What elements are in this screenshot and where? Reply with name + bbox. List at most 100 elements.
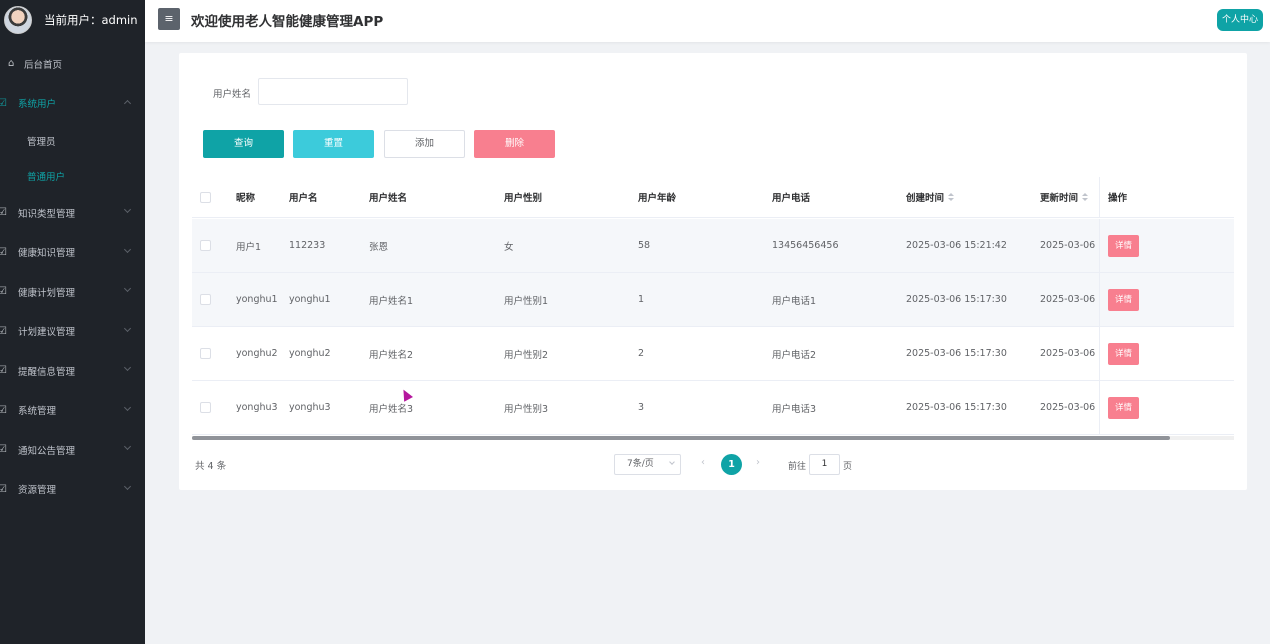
cell-gender: 女 <box>504 241 514 253</box>
goto-label: 前往 <box>788 462 807 472</box>
topbar: ≡ 欢迎使用老人智能健康管理APP 个人中心 <box>145 0 1270 42</box>
sidebar-item-label: 资源管理 <box>18 485 57 497</box>
edit-icon: ☑ <box>0 365 7 377</box>
sidebar-item-reminders[interactable]: ☑ 提醒信息管理 <box>0 351 145 391</box>
sidebar-item-notices[interactable]: ☑ 通知公告管理 <box>0 430 145 470</box>
row-checkbox[interactable] <box>200 240 211 251</box>
row-checkbox-cell <box>200 273 211 326</box>
row-checkbox[interactable] <box>200 402 211 413</box>
table-horizontal-scrollbar[interactable] <box>192 436 1234 440</box>
column-header-label: 更新时间 <box>1040 193 1079 204</box>
sort-icon[interactable] <box>1082 193 1089 201</box>
column-header-username: 用户名 <box>289 193 318 204</box>
cell-updated: 2025-03-06 1 <box>1040 402 1098 413</box>
detail-button[interactable]: 详情 <box>1108 342 1139 365</box>
cell-nickname: yonghu3 <box>236 402 278 413</box>
row-checkbox[interactable] <box>200 348 211 359</box>
column-header-created[interactable]: 创建时间 <box>906 177 955 217</box>
table-row[interactable]: yonghu3 yonghu3 用户姓名3 用户性别3 3 用户电话3 2025… <box>192 381 1234 435</box>
cell-gender: 用户性别3 <box>504 403 549 415</box>
edit-icon: ☑ <box>0 444 7 456</box>
cell-updated: 2025-03-06 1 <box>1040 348 1098 359</box>
table-row[interactable]: yonghu1 yonghu1 用户姓名1 用户性别1 1 用户电话1 2025… <box>192 273 1234 327</box>
page-size-value: 7条/页 <box>627 459 654 469</box>
detail-button[interactable]: 详情 <box>1108 288 1139 311</box>
cell-age: 1 <box>638 294 645 305</box>
cell-username: yonghu1 <box>289 294 331 305</box>
sidebar-item-plan-advice[interactable]: ☑ 计划建议管理 <box>0 312 145 352</box>
chevron-up-icon <box>123 99 132 107</box>
table-row[interactable]: yonghu2 yonghu2 用户姓名2 用户性别2 2 用户电话2 2025… <box>192 327 1234 381</box>
profile-button[interactable]: 个人中心 <box>1217 9 1263 31</box>
edit-icon: ☑ <box>0 207 7 219</box>
chevron-down-icon <box>123 442 132 451</box>
sort-icon[interactable] <box>948 193 955 201</box>
sidebar: 当前用户：admin ⌂ 后台首页 ☑ 系统用户 管理员 普通用户 ☑ 知识类型… <box>0 0 145 644</box>
cell-phone: 13456456456 <box>772 240 839 251</box>
sidebar-item-system-settings[interactable]: ☑ 系统管理 <box>0 391 145 431</box>
sidebar-item-health-plan[interactable]: ☑ 健康计划管理 <box>0 272 145 312</box>
current-user-label: 当前用户：admin <box>44 13 138 27</box>
edit-icon: ☑ <box>0 97 7 109</box>
realname-search-label: 用户姓名 <box>213 89 252 100</box>
chevron-down-icon <box>123 363 132 372</box>
cell-created: 2025-03-06 15:17:30 <box>906 402 1007 413</box>
edit-icon: ☑ <box>0 286 7 298</box>
chevron-down-icon <box>123 205 132 214</box>
edit-icon: ☑ <box>0 404 7 416</box>
delete-button[interactable]: 删除 <box>474 130 555 158</box>
sidebar-item-label: 后台首页 <box>24 59 63 71</box>
next-page-icon[interactable]: › <box>756 457 760 468</box>
table-row[interactable]: 用户1 112233 张恩 女 58 13456456456 2025-03-0… <box>192 219 1234 273</box>
menu-toggle-icon[interactable]: ≡ <box>158 8 180 30</box>
sidebar-item-label: 健康计划管理 <box>18 287 76 299</box>
row-checkbox-cell <box>200 219 211 272</box>
sidebar-item-home[interactable]: ⌂ 后台首页 <box>0 44 145 84</box>
column-header-nickname: 昵称 <box>236 193 256 204</box>
sidebar-item-system-users[interactable]: ☑ 系统用户 <box>0 84 145 124</box>
select-all-checkbox-cell <box>200 177 211 217</box>
prev-page-icon[interactable]: ‹ <box>701 457 705 468</box>
cell-nickname: yonghu2 <box>236 348 278 359</box>
cell-updated: 2025-03-06 1 <box>1040 294 1098 305</box>
app-root: 当前用户：admin ⌂ 后台首页 ☑ 系统用户 管理员 普通用户 ☑ 知识类型… <box>0 0 1270 644</box>
cell-username: yonghu2 <box>289 348 331 359</box>
home-icon: ⌂ <box>8 58 15 70</box>
sidebar-item-knowledge-type[interactable]: ☑ 知识类型管理 <box>0 193 145 233</box>
add-button[interactable]: 添加 <box>384 130 465 158</box>
avatar <box>4 6 32 34</box>
select-all-checkbox[interactable] <box>200 191 211 203</box>
sidebar-item-health-knowledge[interactable]: ☑ 健康知识管理 <box>0 233 145 273</box>
edit-icon: ☑ <box>0 325 7 337</box>
scrollbar-thumb[interactable] <box>192 436 1170 440</box>
cell-phone: 用户电话2 <box>772 349 817 361</box>
cell-nickname: 用户1 <box>236 241 262 253</box>
sidebar-item-resources[interactable]: ☑ 资源管理 <box>0 470 145 510</box>
sidebar-subitem-admin[interactable]: 管理员 <box>0 123 145 158</box>
page-number-current[interactable]: 1 <box>721 454 742 475</box>
users-table: 昵称 用户名 用户姓名 用户性别 用户年龄 用户电话 创建时间 更新时间 操作 … <box>192 177 1234 439</box>
cell-age: 58 <box>638 240 651 251</box>
cell-age: 3 <box>638 402 645 413</box>
row-checkbox-cell <box>200 381 211 434</box>
column-header-realname: 用户姓名 <box>369 193 408 204</box>
cell-username: yonghu3 <box>289 402 331 413</box>
row-checkbox[interactable] <box>200 294 211 305</box>
goto-page-input[interactable]: 1 <box>809 454 840 475</box>
cell-phone: 用户电话1 <box>772 295 817 307</box>
chevron-down-icon <box>123 284 132 293</box>
detail-button[interactable]: 详情 <box>1108 396 1139 419</box>
sidebar-subitem-normal-users[interactable]: 普通用户 <box>0 158 145 193</box>
cell-gender: 用户性别1 <box>504 295 549 307</box>
sidebar-header: 当前用户：admin <box>0 0 145 40</box>
sidebar-menu: ⌂ 后台首页 ☑ 系统用户 管理员 普通用户 ☑ 知识类型管理 ☑ 健康知识管理 <box>0 44 145 509</box>
detail-button[interactable]: 详情 <box>1108 234 1139 257</box>
sidebar-item-label: 健康知识管理 <box>18 248 76 260</box>
query-button[interactable]: 查询 <box>203 130 284 158</box>
page-size-select[interactable]: 7条/页 <box>614 454 681 475</box>
cell-actions: 详情 <box>1099 273 1234 326</box>
sidebar-item-label: 系统用户 <box>18 99 57 111</box>
column-header-updated[interactable]: 更新时间 <box>1040 177 1106 217</box>
reset-button[interactable]: 重置 <box>293 130 374 158</box>
realname-search-input[interactable] <box>258 78 408 105</box>
